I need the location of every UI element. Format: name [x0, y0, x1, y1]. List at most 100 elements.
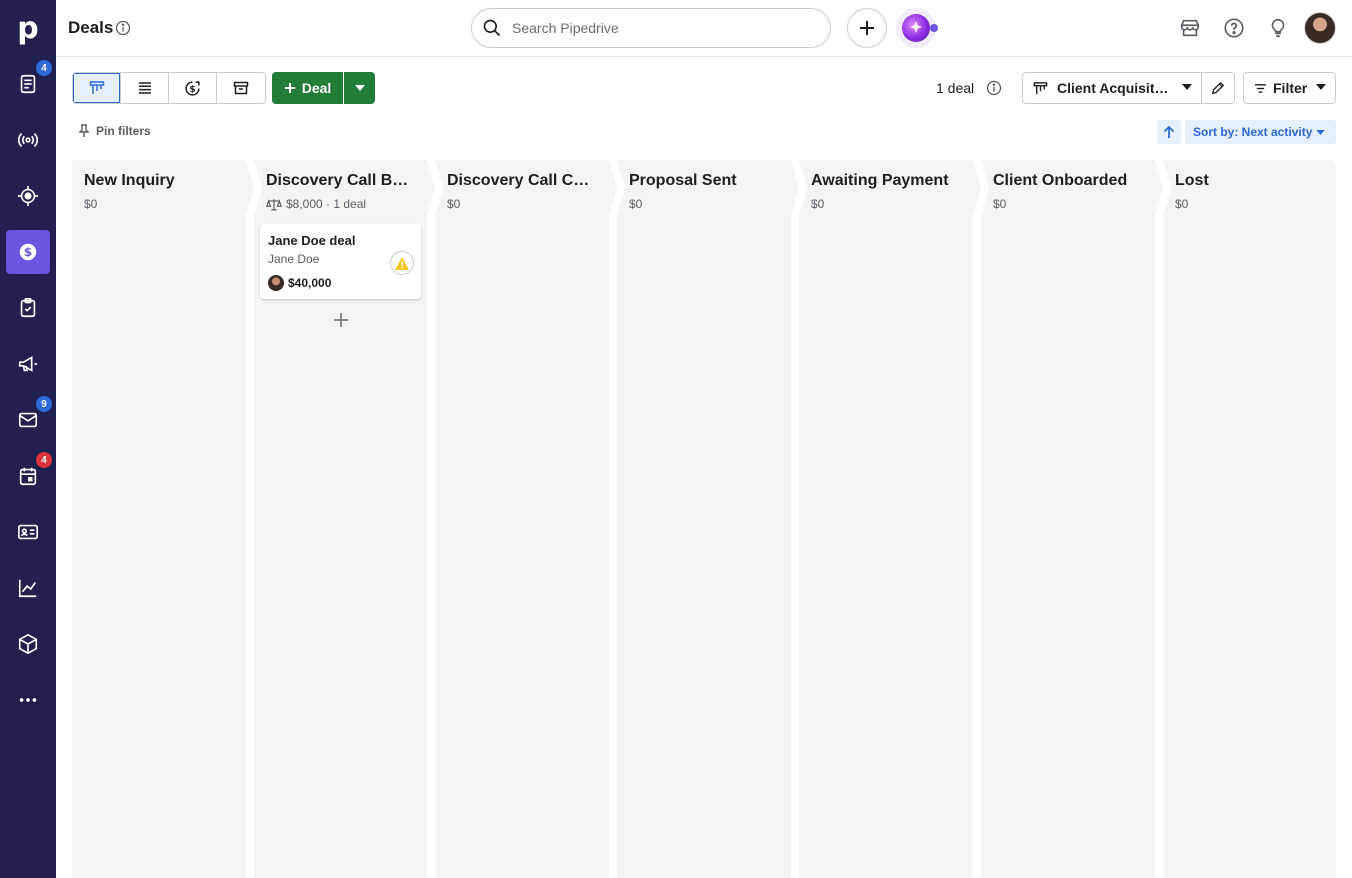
kanban-icon: [1033, 81, 1048, 94]
quick-add-button[interactable]: [847, 8, 887, 48]
page-title: Deals: [68, 18, 114, 37]
warning-icon: [395, 256, 409, 270]
filter-button[interactable]: Filter: [1243, 72, 1336, 104]
sort-label: Sort by: Next activity: [1193, 125, 1313, 139]
box-icon: [18, 633, 38, 655]
sidebar-item-products[interactable]: [6, 622, 50, 666]
caret-down-icon: [1316, 129, 1326, 135]
add-deal-label: Deal: [301, 80, 332, 96]
filter-label: Filter: [1273, 80, 1308, 96]
tips-button[interactable]: [1265, 15, 1291, 41]
caret-down-icon: [1182, 84, 1192, 90]
sidebar: p 4 $ 9 4: [0, 0, 56, 878]
sidebar-item-focus[interactable]: [6, 174, 50, 218]
search-input[interactable]: [512, 18, 812, 38]
info-icon[interactable]: [115, 20, 131, 36]
stage-name: Discovery Call Booked: [266, 172, 416, 189]
sidebar-item-campaigns[interactable]: [6, 342, 50, 386]
plus-icon: [860, 21, 874, 35]
add-deal-dropdown-button[interactable]: [344, 72, 375, 104]
stage-column[interactable]: Lost $0: [1163, 160, 1336, 878]
svg-text:$: $: [24, 245, 32, 259]
search-bar[interactable]: [471, 8, 831, 48]
sidebar-item-activity-feed[interactable]: [6, 118, 50, 162]
stage-summary: $0: [1175, 197, 1189, 211]
forecast-icon: $: [185, 80, 200, 96]
sidebar-item-contacts[interactable]: [6, 510, 50, 554]
edit-pipeline-button[interactable]: [1201, 72, 1235, 104]
sort-direction-button[interactable]: [1157, 120, 1181, 144]
svg-text:$: $: [189, 85, 195, 95]
caret-down-icon: [1316, 84, 1326, 90]
more-icon: [19, 698, 37, 702]
stage-summary: $0: [811, 197, 825, 211]
sidebar-item-insights[interactable]: [6, 566, 50, 610]
deal-count: 1 deal: [936, 80, 975, 96]
activity-status-button[interactable]: [390, 251, 414, 275]
sidebar-item-leads[interactable]: 4: [6, 60, 52, 106]
stage-name: Proposal Sent: [629, 172, 737, 189]
stage-summary: $0: [447, 197, 461, 211]
deal-value: $40,000: [288, 276, 332, 290]
mail-icon: [18, 412, 38, 428]
stage-header: Awaiting Payment $0: [799, 160, 973, 216]
add-deal-button[interactable]: Deal: [272, 72, 343, 104]
stage-header: Discovery Call Booked $8,000 · 1 deal: [254, 160, 427, 216]
add-deal-to-stage-button[interactable]: [331, 310, 351, 330]
view-switcher: $: [72, 72, 266, 104]
sidebar-item-calendar[interactable]: 4: [6, 452, 52, 498]
sidebar-item-more[interactable]: [6, 678, 50, 722]
plus-icon: [334, 313, 348, 327]
sparkle-icon: [902, 14, 930, 42]
stage-summary: $0: [993, 197, 1007, 211]
pipeline-selector[interactable]: Client Acquisition Pipeline: [1022, 72, 1202, 104]
marketplace-button[interactable]: [1177, 15, 1203, 41]
sidebar-item-deals[interactable]: $: [6, 230, 50, 274]
deal-title: Jane Doe deal: [268, 233, 356, 248]
calendar-icon: [19, 467, 37, 486]
sidebar-item-tasks[interactable]: [6, 286, 50, 330]
clipboard-check-icon: [20, 298, 36, 318]
stage-header: Lost $0: [1163, 160, 1336, 216]
calendar-badge: 4: [36, 452, 52, 468]
deal-card[interactable]: Jane Doe deal Jane Doe $40,000: [260, 224, 421, 299]
search-icon: [483, 19, 501, 37]
sort-by-button[interactable]: Sort by: Next activity: [1185, 120, 1336, 144]
stage-name: Client Onboarded: [993, 172, 1128, 189]
ai-status-dot: [930, 24, 938, 32]
stage-column[interactable]: Client Onboarded $0: [981, 160, 1155, 878]
leads-icon: [20, 74, 36, 94]
sidebar-item-mail[interactable]: 9: [6, 396, 52, 442]
pipeline-board: New Inquiry $0 Discovery Call Booked $8,…: [72, 160, 1336, 878]
owner-avatar: [268, 275, 284, 291]
broadcast-icon: [17, 132, 39, 148]
stage-column[interactable]: Proposal Sent $0: [617, 160, 791, 878]
user-avatar[interactable]: [1304, 12, 1336, 44]
pipeline-view-button[interactable]: [73, 73, 121, 103]
list-view-button[interactable]: [121, 73, 169, 103]
leads-badge: 4: [36, 60, 52, 76]
archive-view-button[interactable]: [217, 73, 265, 103]
list-icon: [138, 82, 151, 94]
stage-name: Lost: [1175, 172, 1209, 189]
help-button[interactable]: [1221, 15, 1247, 41]
stage-summary: $0: [84, 197, 98, 211]
top-bar: Deals: [56, 0, 1352, 57]
lightbulb-icon: [1271, 18, 1285, 38]
pencil-icon: [1211, 81, 1225, 95]
target-icon: [17, 185, 39, 207]
pipedrive-logo[interactable]: p: [0, 0, 56, 56]
stage-header: Proposal Sent $0: [617, 160, 791, 216]
filter-icon: [1255, 83, 1266, 93]
stage-column[interactable]: New Inquiry $0: [72, 160, 246, 878]
stage-column[interactable]: Awaiting Payment $0: [799, 160, 973, 878]
pin-filters-button[interactable]: Pin filters: [78, 124, 151, 138]
pipeline-name: Client Acquisition Pipeline: [1057, 80, 1169, 96]
kanban-icon: [89, 81, 104, 94]
stage-summary: $8,000 · 1 deal: [266, 197, 366, 211]
forecast-view-button[interactable]: $: [169, 73, 217, 103]
stage-column[interactable]: Discovery Call Booked $8,000 · 1 deal Ja…: [254, 160, 427, 878]
stage-column[interactable]: Discovery Call Completed $0: [435, 160, 609, 878]
info-icon[interactable]: [986, 80, 1002, 96]
chart-icon: [18, 579, 37, 598]
